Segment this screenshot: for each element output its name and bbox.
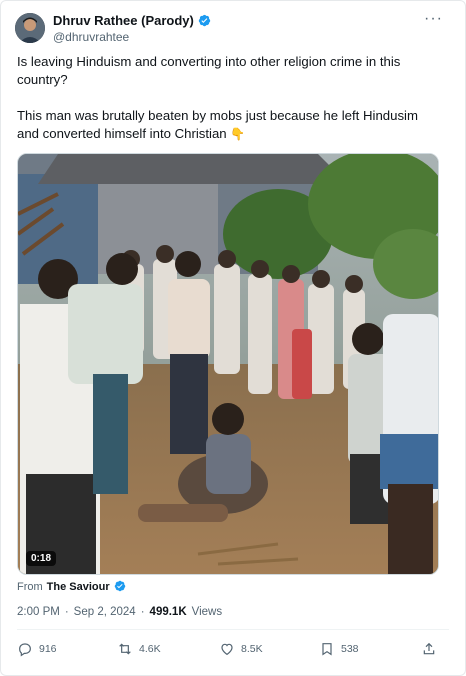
repost-icon [119, 643, 131, 655]
source-verified-badge-icon [114, 580, 127, 593]
tweet-paragraph-2: This man was brutally beaten by mobs jus… [17, 107, 437, 143]
reply-count: 916 [39, 643, 57, 655]
verified-badge-icon [198, 14, 211, 27]
meta-separator: · [64, 606, 69, 618]
tweet-card: Dhruv Rathee (Parody) @dhruvrahtee ··· I… [0, 0, 466, 676]
tweet-time[interactable]: 2:00 PM [17, 606, 60, 618]
bookmark-icon [322, 643, 332, 656]
author-name-row[interactable]: Dhruv Rathee (Parody) [53, 13, 211, 28]
source-account-link[interactable]: The Saviour [47, 581, 110, 593]
avatar[interactable] [15, 13, 45, 43]
meta-separator: · [140, 606, 145, 618]
heart-icon [221, 643, 233, 656]
share-button[interactable] [421, 641, 437, 657]
tweet-meta: 2:00 PM · Sep 2, 2024 · 499.1K Views [17, 606, 222, 618]
bookmark-count: 538 [341, 643, 359, 655]
repost-button[interactable]: 4.6K [117, 641, 161, 657]
pointing-down-emoji: 👇 [230, 127, 246, 141]
like-button[interactable]: 8.5K [219, 641, 263, 657]
tweet-date[interactable]: Sep 2, 2024 [74, 606, 136, 618]
divider [17, 629, 449, 630]
author-handle[interactable]: @dhruvrahtee [53, 30, 129, 44]
bookmark-button[interactable]: 538 [319, 641, 359, 657]
reply-button[interactable]: 916 [17, 641, 57, 657]
share-icon [423, 642, 435, 655]
views-count: 499.1K [149, 606, 187, 618]
views-label: Views [191, 606, 223, 618]
video-player[interactable]: 0:18 [17, 153, 439, 575]
tweet-paragraph-2-text: This man was brutally beaten by mobs jus… [17, 108, 418, 141]
source-attribution: From The Saviour [17, 580, 127, 593]
video-duration: 0:18 [26, 551, 57, 566]
like-count: 8.5K [241, 643, 263, 655]
source-prefix: From [17, 580, 43, 593]
author-display-name[interactable]: Dhruv Rathee (Parody) [53, 13, 194, 28]
reply-icon [19, 643, 31, 657]
more-options-icon[interactable]: ··· [424, 10, 443, 28]
repost-count: 4.6K [139, 643, 161, 655]
tweet-paragraph-1: Is leaving Hinduism and converting into … [17, 54, 401, 87]
action-bar: 916 4.6K 8.5K 538 [17, 641, 447, 661]
tweet-text: Is leaving Hinduism and converting into … [17, 53, 437, 161]
